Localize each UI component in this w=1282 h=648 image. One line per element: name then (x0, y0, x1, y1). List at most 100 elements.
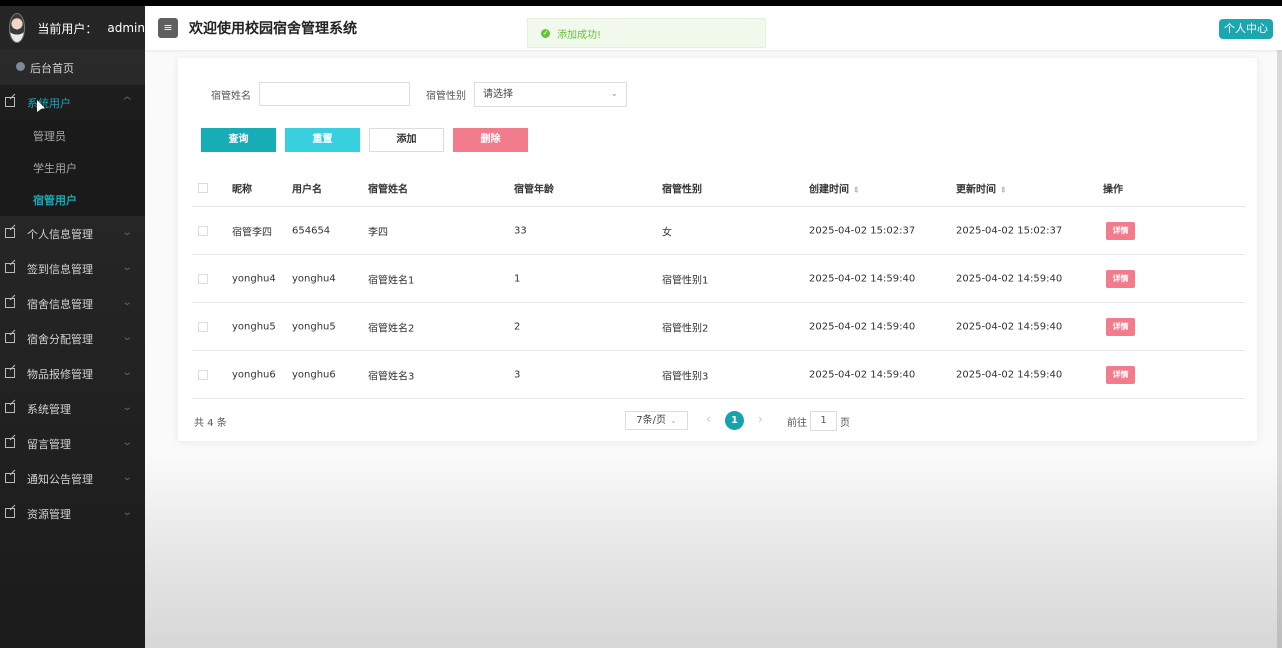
reset-button[interactable]: 重置 (285, 128, 360, 152)
manager-name-label: 宿管姓名 (211, 90, 251, 102)
sidebar-subitem-label: 宿管用户 (33, 194, 77, 207)
sidebar-item-repair[interactable]: 物品报修管理 ⌄ (0, 356, 145, 391)
sidebar-item-dorm-info[interactable]: 宿舍信息管理 ⌄ (0, 286, 145, 321)
detail-button[interactable]: 详情 (1106, 317, 1135, 336)
sidebar-subitem-label: 学生用户 (33, 162, 77, 175)
sidebar-item-system-users[interactable]: 系统用户 ^ (0, 85, 145, 120)
current-user-name: admin (107, 21, 145, 35)
edit-icon (5, 298, 15, 308)
query-button[interactable]: 查询 (201, 128, 276, 152)
row-checkbox[interactable] (198, 369, 208, 380)
sidebar-item-notice[interactable]: 通知公告管理 ⌄ (0, 461, 145, 496)
menu-toggle-button[interactable]: ≡ (158, 18, 178, 38)
avatar (9, 13, 26, 43)
previous-page-icon[interactable]: ‹ (706, 412, 711, 426)
sidebar-item-resource[interactable]: 资源管理 ⌄ (0, 496, 145, 531)
pagination: 共 4 条 7条/页 ⌄ ‹ 1 › 前往 1 页 (192, 410, 1245, 432)
page-size-select[interactable]: 7条/页 ⌄ (625, 411, 688, 430)
header-updated-time[interactable]: 更新时间 ⇕ (956, 181, 1007, 196)
sidebar-item-label: 签到信息管理 (27, 262, 93, 276)
page-title: 欢迎使用校园宿舍管理系统 (189, 21, 357, 37)
edit-icon (5, 368, 15, 378)
delete-button[interactable]: 删除 (453, 128, 528, 152)
sidebar-item-label: 宿舍信息管理 (27, 297, 93, 311)
current-user-label: 当前用户： (37, 21, 98, 36)
header-nickname: 昵称 (232, 184, 252, 196)
sidebar-item-label: 系统管理 (27, 402, 71, 416)
header-created-time[interactable]: 创建时间 ⇕ (809, 181, 860, 196)
detail-button[interactable]: 详情 (1106, 269, 1135, 288)
chevron-down-icon: ⌄ (121, 472, 133, 483)
username-cell: yonghu5 (292, 321, 336, 332)
success-toast: ✓ 添加成功! (527, 18, 766, 48)
select-placeholder: 请选择 (483, 88, 513, 100)
updated-time-cell: 2025-04-02 14:59:40 (956, 369, 1063, 380)
page-scrollbar[interactable] (1277, 50, 1282, 648)
chevron-down-icon: ⌄ (121, 227, 133, 238)
nickname-cell: yonghu4 (232, 273, 276, 284)
personal-center-button[interactable]: 个人中心 (1219, 19, 1273, 39)
content-panel: 宿管姓名 宿管性别 请选择 ⌄ 查询 重置 添加 删除 昵称 用户名 宿管姓名 … (178, 58, 1257, 441)
header-manager-name: 宿管姓名 (368, 184, 408, 196)
detail-button[interactable]: 详情 (1106, 365, 1135, 384)
sidebar-item-system[interactable]: 系统管理 ⌄ (0, 391, 145, 426)
sidebar-item-home[interactable]: 后台首页 (0, 50, 145, 85)
detail-button[interactable]: 详情 (1106, 221, 1135, 240)
created-time-cell: 2025-04-02 14:59:40 (809, 273, 916, 284)
header-updated-time-label: 更新时间 (956, 184, 996, 196)
goto-page-input[interactable]: 1 (810, 411, 837, 431)
manager-name-input[interactable] (259, 82, 410, 106)
created-time-cell: 2025-04-02 15:02:37 (809, 225, 916, 236)
sidebar-item-label: 资源管理 (27, 507, 71, 521)
next-page-icon[interactable]: › (758, 412, 763, 426)
chevron-down-icon: ⌄ (121, 437, 133, 448)
edit-icon (5, 228, 15, 238)
sidebar-item-dorm-assign[interactable]: 宿舍分配管理 ⌄ (0, 321, 145, 356)
sidebar-user: 当前用户： admin (0, 6, 145, 50)
sidebar-item-label: 物品报修管理 (27, 367, 93, 381)
table-row: yonghu6 yonghu6 宿管姓名3 3 宿管性别3 2025-04-02… (192, 351, 1245, 399)
hamburger-icon: ≡ (163, 21, 173, 34)
sidebar-item-message[interactable]: 留言管理 ⌄ (0, 426, 145, 461)
sidebar-subitem-dorm-manager-user[interactable]: 宿管用户 (0, 184, 145, 216)
chevron-down-icon: ⌄ (121, 507, 133, 518)
sidebar-item-label: 后台首页 (30, 61, 74, 75)
sidebar-item-label: 系统用户 (27, 96, 71, 110)
manager-name-cell: 宿管姓名1 (368, 275, 415, 286)
sidebar-item-signin[interactable]: 签到信息管理 ⌄ (0, 251, 145, 286)
sidebar-subitem-student-user[interactable]: 学生用户 (0, 152, 145, 184)
username-cell: 654654 (292, 225, 331, 236)
header-created-time-label: 创建时间 (809, 184, 849, 196)
edit-icon (5, 403, 15, 413)
sidebar-subitem-admin[interactable]: 管理员 (0, 120, 145, 152)
chevron-down-icon: ⌄ (121, 367, 133, 378)
chevron-down-icon: ⌄ (121, 297, 133, 308)
sort-icon: ⇕ (853, 185, 860, 195)
row-checkbox[interactable] (198, 273, 208, 284)
nickname-cell: yonghu6 (232, 369, 276, 380)
add-button[interactable]: 添加 (369, 128, 444, 152)
header-operation: 操作 (1103, 184, 1123, 196)
updated-time-cell: 2025-04-02 15:02:37 (956, 225, 1063, 236)
manager-gender-cell: 女 (662, 227, 672, 238)
table-row: yonghu5 yonghu5 宿管姓名2 2 宿管性别2 2025-04-02… (192, 303, 1245, 351)
sidebar-item-personal-info[interactable]: 个人信息管理 ⌄ (0, 216, 145, 251)
table-row: 宿管李四 654654 李四 33 女 2025-04-02 15:02:37 … (192, 207, 1245, 255)
row-checkbox[interactable] (198, 225, 208, 236)
select-all-checkbox[interactable] (198, 183, 208, 193)
manager-name-cell: 宿管姓名2 (368, 323, 415, 334)
updated-time-cell: 2025-04-02 14:59:40 (956, 273, 1063, 284)
chevron-down-icon: ⌄ (121, 402, 133, 413)
current-page-button[interactable]: 1 (725, 411, 744, 430)
edit-icon (5, 333, 15, 343)
edit-icon (5, 473, 15, 483)
created-time-cell: 2025-04-02 14:59:40 (809, 321, 916, 332)
manager-gender-select[interactable]: 请选择 ⌄ (474, 81, 627, 107)
goto-suffix: 页 (840, 418, 850, 429)
toast-message: 添加成功! (557, 29, 602, 41)
row-checkbox[interactable] (198, 321, 208, 332)
main-content: ≡ 欢迎使用校园宿舍管理系统 ✓ 添加成功! 个人中心 宿管姓名 宿管性别 请选… (145, 6, 1282, 648)
search-form: 宿管姓名 宿管性别 请选择 ⌄ (211, 81, 627, 107)
sidebar-item-label: 个人信息管理 (27, 227, 93, 241)
total-count: 共 4 条 (194, 418, 227, 429)
